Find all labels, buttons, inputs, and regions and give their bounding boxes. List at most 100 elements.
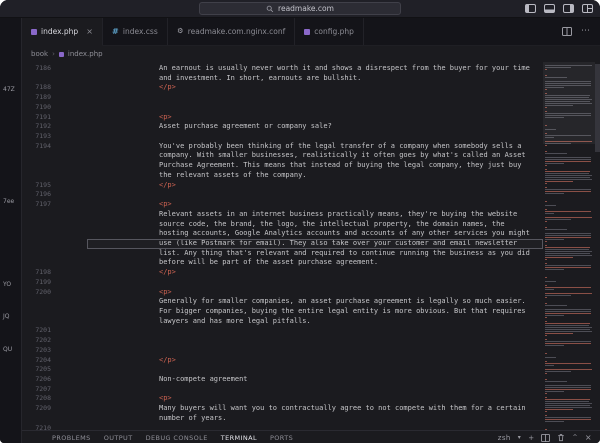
code-line[interactable]: 7197 <p> bbox=[22, 200, 543, 210]
layout-panel-icon[interactable] bbox=[544, 4, 555, 13]
chevron-down-icon[interactable]: ▾ bbox=[518, 434, 521, 441]
code-line[interactable]: Relevant assets in an internet business … bbox=[22, 210, 543, 220]
code-line[interactable]: lawyers and has more legal pitfalls. bbox=[22, 317, 543, 327]
panel-tab-terminal[interactable]: TERMINAL bbox=[221, 434, 257, 442]
minimap-line bbox=[545, 137, 554, 138]
left-strip: 47Z 7ee YO JQ QU bbox=[0, 18, 22, 443]
code-line[interactable]: source code, the brand, the logo, the in… bbox=[22, 220, 543, 230]
code-line[interactable]: 7189 bbox=[22, 93, 543, 103]
tab-index.css[interactable]: index.css bbox=[102, 18, 168, 45]
code-line[interactable]: company. With smaller businesses, realis… bbox=[22, 151, 543, 161]
code-area[interactable]: 7186 An earnout is usually never worth it… bbox=[22, 62, 543, 430]
panel-tab-debug-console[interactable]: DEBUG CONSOLE bbox=[146, 434, 208, 442]
line-content: An earnout is usually never worth it and… bbox=[87, 64, 543, 74]
code-line[interactable]: 7190 bbox=[22, 103, 543, 113]
code-line[interactable]: Generally for smaller companies, an asse… bbox=[22, 297, 543, 307]
code-line[interactable]: 7188 </p> bbox=[22, 83, 543, 93]
code-line[interactable]: the relevant assets of the company. bbox=[22, 171, 543, 181]
code-line[interactable]: 7202 bbox=[22, 336, 543, 346]
code-line[interactable]: 7206 Non-compete agreement bbox=[22, 375, 543, 385]
minimap-line bbox=[545, 81, 591, 82]
line-number bbox=[22, 249, 51, 259]
code-line[interactable]: 7203 bbox=[22, 346, 543, 356]
minimap-line bbox=[545, 387, 592, 388]
minimap-line bbox=[545, 245, 547, 246]
line-content: </p> bbox=[87, 268, 543, 278]
code-line[interactable]: 7200 <p> bbox=[22, 288, 543, 298]
code-line[interactable]: and investment. In short, earnouts are b… bbox=[22, 74, 543, 84]
code-line[interactable]: 7198 </p> bbox=[22, 268, 543, 278]
code-line[interactable]: list. Any thing that's relevant and requ… bbox=[22, 249, 543, 259]
panel-tab-problems[interactable]: PROBLEMS bbox=[52, 434, 91, 442]
panel-tab-ports[interactable]: PORTS bbox=[270, 434, 293, 442]
minimap-line bbox=[545, 343, 592, 344]
minimap-line bbox=[545, 255, 592, 256]
minimap-line bbox=[545, 253, 591, 254]
minimap-line bbox=[545, 87, 564, 88]
code-line[interactable]: 7193 bbox=[22, 132, 543, 142]
tab-config.php[interactable]: config.php bbox=[295, 18, 364, 45]
code-line[interactable]: 7205 bbox=[22, 365, 543, 375]
minimap-line bbox=[545, 379, 547, 380]
scrollbar-thumb[interactable] bbox=[595, 64, 600, 152]
layout-sidebar-right-icon[interactable] bbox=[563, 4, 574, 13]
split-terminal-icon[interactable] bbox=[541, 433, 551, 442]
code-line[interactable]: Purchase Agreement. This means that inst… bbox=[22, 161, 543, 171]
line-content bbox=[87, 278, 543, 288]
line-number: 7200 bbox=[35, 287, 51, 296]
code-editor[interactable]: 7186 An earnout is usually never worth it… bbox=[22, 62, 600, 430]
clipped-text-fragment: 47Z bbox=[3, 86, 15, 93]
minimap-line bbox=[545, 99, 592, 100]
line-content: use (like Postmark for email). They also… bbox=[87, 238, 543, 249]
line-number: 7194 bbox=[35, 141, 51, 150]
command-center-search[interactable]: readmake.com bbox=[199, 2, 401, 15]
line-number: 7202 bbox=[35, 336, 51, 345]
breadcrumb-item-folder[interactable]: book bbox=[31, 50, 48, 58]
layout-sidebar-left-icon[interactable] bbox=[525, 4, 536, 13]
code-line[interactable]: number of years. bbox=[22, 414, 543, 424]
close-panel-icon[interactable]: × bbox=[585, 433, 592, 442]
tab-label: readmake.com.nginx.conf bbox=[187, 27, 286, 36]
minimap-line bbox=[545, 303, 547, 304]
line-number bbox=[22, 297, 51, 307]
code-line[interactable]: 7210 bbox=[22, 424, 543, 430]
code-line[interactable]: 7199 bbox=[22, 278, 543, 288]
terminal-shell-label[interactable]: zsh bbox=[498, 434, 511, 442]
split-editor-icon[interactable] bbox=[562, 27, 572, 36]
code-line[interactable]: hosting accounts, Google Analytics accou… bbox=[22, 229, 543, 239]
code-line[interactable]: 7186 An earnout is usually never worth it… bbox=[22, 64, 543, 74]
minimap-line bbox=[545, 399, 591, 400]
html-tag-token: </p> bbox=[159, 355, 176, 364]
code-line[interactable]: 7209 Many buyers will want you to contrac… bbox=[22, 404, 543, 414]
new-terminal-icon[interactable]: + bbox=[528, 434, 534, 442]
code-line[interactable]: before will be part of the asset purchas… bbox=[22, 258, 543, 268]
css-file-icon bbox=[112, 28, 119, 35]
clipped-text-fragment: YO bbox=[3, 281, 12, 288]
code-line[interactable]: 7196 bbox=[22, 190, 543, 200]
code-line[interactable]: 7204 </p> bbox=[22, 356, 543, 366]
code-line[interactable]: 7195 </p> bbox=[22, 181, 543, 191]
more-actions-icon[interactable]: ⋯ bbox=[581, 27, 591, 36]
scrollbar[interactable] bbox=[595, 62, 600, 430]
code-line[interactable]: For bigger companies, buying the entire … bbox=[22, 307, 543, 317]
code-line[interactable]: 7201 bbox=[22, 326, 543, 336]
breadcrumb-item-file[interactable]: index.php bbox=[68, 50, 103, 58]
code-line[interactable]: 7191 <p> bbox=[22, 113, 543, 123]
code-line[interactable]: 7192 Asset purchase agreement or company … bbox=[22, 122, 543, 132]
kill-terminal-trash-icon[interactable] bbox=[557, 433, 565, 442]
customize-layout-icon[interactable] bbox=[582, 4, 593, 13]
tab-index.php[interactable]: index.php × bbox=[22, 18, 103, 46]
panel-tab-output[interactable]: OUTPUT bbox=[104, 434, 133, 442]
code-line[interactable]: 7208 <p> bbox=[22, 394, 543, 404]
clipped-text-fragment: 7ee bbox=[3, 198, 15, 205]
tab-readmake.com.nginx.conf[interactable]: readmake.com.nginx.conf bbox=[167, 18, 296, 45]
code-line[interactable]: use (like Postmark for email). They also… bbox=[22, 238, 543, 249]
minimap-line bbox=[545, 179, 592, 180]
code-line[interactable]: 7194 You've probably been thinking of the… bbox=[22, 142, 543, 152]
minimap[interactable] bbox=[543, 62, 595, 430]
minimap-line bbox=[545, 173, 589, 174]
close-tab-icon[interactable]: × bbox=[86, 27, 93, 36]
vscode-window: readmake.com 47Z7eeYOJQQU index.php×inde… bbox=[0, 0, 600, 443]
maximize-panel-icon[interactable]: ^ bbox=[572, 434, 577, 441]
code-line[interactable]: 7207 bbox=[22, 385, 543, 395]
